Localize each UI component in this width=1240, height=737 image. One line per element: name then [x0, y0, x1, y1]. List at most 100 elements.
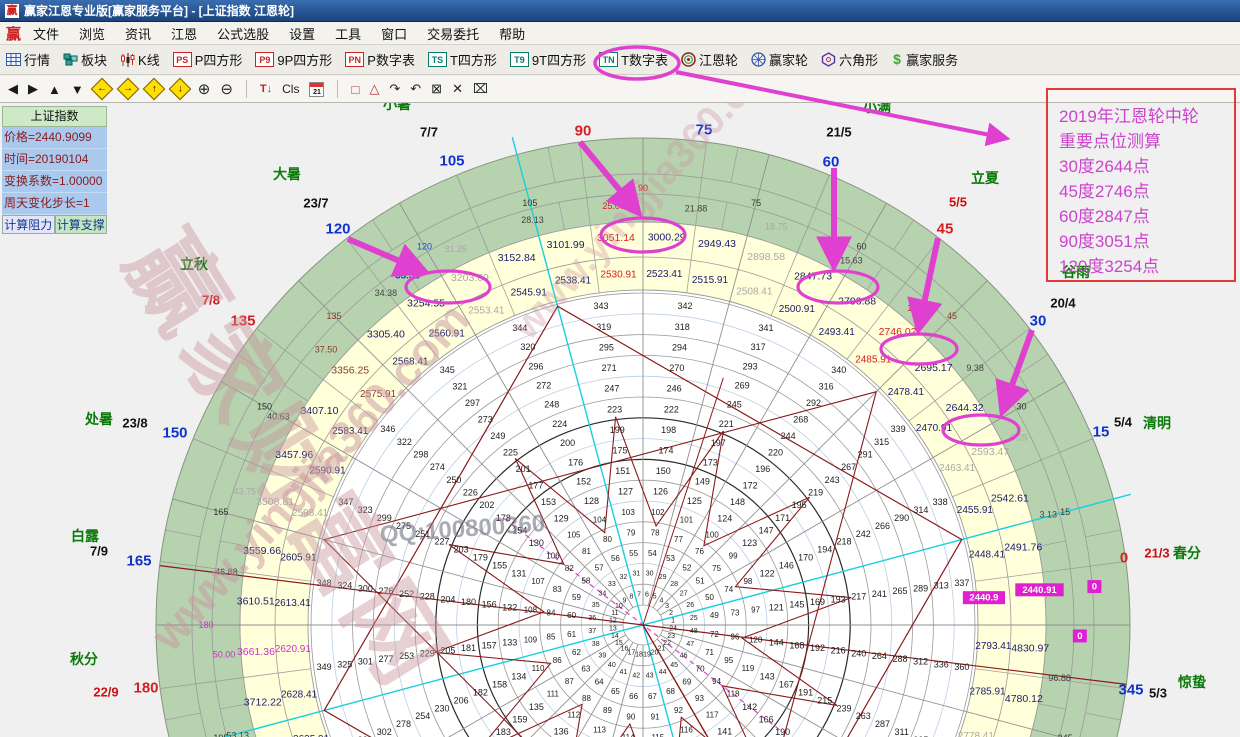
svg-text:118: 118	[727, 690, 740, 699]
time-axis-icon[interactable]: T↓	[260, 83, 272, 95]
svg-text:2785.91: 2785.91	[969, 686, 1006, 697]
svg-text:3610.51: 3610.51	[237, 595, 275, 607]
menu-item-2[interactable]: 浏览	[79, 24, 105, 43]
svg-text:28: 28	[670, 581, 678, 588]
menu-item-9[interactable]: 交易委托	[427, 24, 479, 43]
toolbar-label-kline: K线	[138, 50, 160, 69]
menu-item-4[interactable]: 江恩	[171, 24, 197, 43]
nav-up-icon[interactable]: ▲	[48, 82, 61, 97]
square-tool-icon[interactable]: □	[351, 82, 359, 97]
menu-bar: 赢 文件浏览资讯江恩公式选股设置工具窗口交易委托帮助	[0, 22, 1240, 45]
toolbar-button-sectors[interactable]: 板块	[63, 50, 107, 69]
svg-text:340: 340	[831, 365, 846, 375]
rotate-ccw-icon[interactable]: ↶	[410, 81, 421, 97]
svg-text:2695.17: 2695.17	[915, 362, 953, 374]
toolbar-button-p-number-table[interactable]: PNP数字表	[345, 50, 415, 69]
pan-right-icon[interactable]: →	[116, 78, 139, 101]
nav-right-icon[interactable]: ▶	[28, 81, 38, 97]
menu-item-3[interactable]: 资讯	[125, 24, 151, 43]
toolbar-label-gann-wheel: 江恩轮	[699, 50, 738, 69]
toolbar-button-9p-square[interactable]: P99P四方形	[255, 50, 332, 69]
rotate-cw-icon[interactable]: ↷	[389, 81, 400, 97]
svg-text:2448.41: 2448.41	[969, 550, 1006, 561]
menu-item-6[interactable]: 设置	[289, 24, 315, 43]
svg-text:194: 194	[817, 545, 832, 555]
toolbar-button-9t-square[interactable]: T99T四方形	[510, 50, 586, 69]
converge-icon[interactable]: ✕	[452, 81, 463, 97]
triangle-tool-icon[interactable]: △	[369, 81, 379, 97]
nav-left-icon[interactable]: ◀	[8, 81, 18, 97]
toolbar-button-kline[interactable]: K线	[120, 50, 160, 69]
toolbar-button-quotes[interactable]: 行情	[6, 50, 50, 69]
menu-item-7[interactable]: 工具	[335, 24, 361, 43]
svg-text:193: 193	[831, 594, 846, 604]
svg-text:2478.41: 2478.41	[888, 387, 925, 398]
svg-text:120: 120	[325, 221, 350, 238]
svg-text:94: 94	[712, 677, 721, 686]
toolbar-button-hexagon[interactable]: 六角形	[821, 50, 878, 69]
calc-support-button[interactable]: 计算支撑	[55, 215, 108, 234]
menu-item-8[interactable]: 窗口	[381, 24, 407, 43]
svg-text:74: 74	[724, 585, 733, 594]
svg-text:90: 90	[575, 123, 592, 140]
svg-text:91: 91	[651, 713, 660, 722]
svg-text:55: 55	[629, 549, 638, 558]
toolbar-button-p-square[interactable]: PSP四方形	[173, 50, 243, 69]
svg-text:311: 311	[895, 727, 909, 737]
svg-text:52: 52	[682, 563, 691, 572]
svg-text:267: 267	[841, 462, 856, 472]
menu-item-5[interactable]: 公式选股	[217, 24, 269, 43]
svg-text:302: 302	[377, 727, 392, 737]
svg-text:196: 196	[755, 464, 770, 474]
cross-box-icon[interactable]: ⊠	[431, 81, 442, 97]
svg-text:大暑: 大暑	[273, 166, 301, 182]
svg-text:202: 202	[479, 500, 494, 510]
toolbar-button-winner-service[interactable]: $赢家服务	[891, 50, 958, 69]
svg-text:173: 173	[703, 457, 718, 467]
calendar-icon[interactable]: 21	[309, 82, 324, 97]
calc-resistance-button[interactable]: 计算阻力	[2, 215, 55, 234]
svg-text:180: 180	[461, 597, 476, 607]
svg-text:4830.97: 4830.97	[1011, 643, 1049, 655]
svg-text:93: 93	[695, 694, 704, 703]
svg-text:6.25: 6.25	[1010, 433, 1028, 443]
menu-item-10[interactable]: 帮助	[499, 24, 525, 43]
svg-text:126: 126	[653, 487, 668, 497]
svg-text:2530.91: 2530.91	[600, 269, 637, 280]
toolbar-button-t-number-table[interactable]: TNT数字表	[599, 50, 668, 69]
svg-text:70: 70	[696, 664, 705, 673]
svg-text:惊蛰: 惊蛰	[1177, 674, 1206, 690]
toolbar-label-t-square: T四方形	[450, 50, 497, 69]
svg-text:243: 243	[825, 475, 840, 485]
nav-down-icon[interactable]: ▼	[71, 82, 84, 97]
pan-up-icon[interactable]: ↑	[142, 78, 165, 101]
svg-text:23/7: 23/7	[303, 196, 328, 211]
svg-text:4780.12: 4780.12	[1005, 693, 1043, 705]
annotation-line-1: 2019年江恩轮中轮	[1059, 104, 1234, 129]
instrument-title: 上证指数	[2, 106, 107, 127]
svg-text:51: 51	[696, 577, 705, 586]
svg-text:313: 313	[934, 581, 949, 591]
toolbar-button-t-square[interactable]: TST四方形	[428, 50, 497, 69]
toolbar-button-winner-wheel[interactable]: 赢家轮	[751, 50, 808, 69]
svg-text:88: 88	[582, 694, 591, 703]
svg-text:57: 57	[595, 563, 604, 572]
svg-text:149: 149	[695, 477, 710, 487]
svg-text:107: 107	[531, 577, 545, 586]
svg-text:240: 240	[851, 648, 866, 658]
svg-text:195: 195	[213, 733, 228, 737]
svg-text:200: 200	[560, 438, 575, 448]
toolbar-label-quotes: 行情	[24, 50, 50, 69]
cls-icon[interactable]: Cls	[282, 82, 299, 96]
clear-board-icon[interactable]: ⌧	[473, 81, 488, 97]
zoom-in-icon[interactable]: ⊕	[198, 80, 211, 98]
zoom-out-icon[interactable]: ⊖	[220, 80, 233, 98]
pan-down-icon[interactable]: ↓	[168, 78, 191, 101]
svg-text:245: 245	[727, 400, 742, 410]
pan-left-icon[interactable]: ←	[90, 78, 113, 101]
svg-text:120: 120	[417, 242, 432, 252]
svg-text:64: 64	[595, 678, 604, 687]
menu-item-1[interactable]: 文件	[33, 24, 59, 43]
toolbar-button-gann-wheel[interactable]: 江恩轮	[681, 50, 738, 69]
svg-text:177: 177	[528, 480, 543, 490]
